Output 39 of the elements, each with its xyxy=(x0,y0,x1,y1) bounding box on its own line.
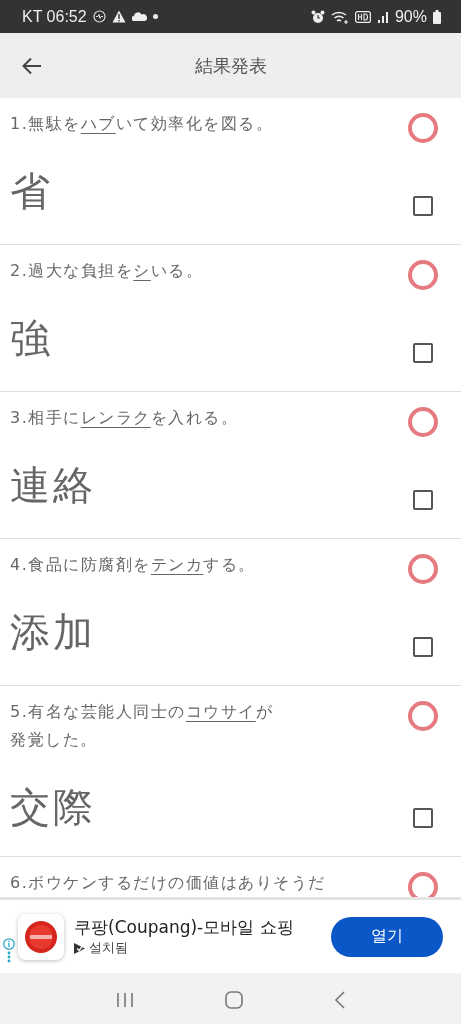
answer-kanji: 省 xyxy=(10,167,54,216)
back-arrow-icon xyxy=(22,56,42,75)
question-text: 5.有名な芸能人同士の コウサイが 発覚した。 xyxy=(10,701,275,751)
back-icon[interactable] xyxy=(333,991,346,1009)
alarm-icon xyxy=(310,9,325,24)
battery-icon xyxy=(433,9,441,24)
open-button[interactable]: 열기 xyxy=(331,916,443,957)
home-icon[interactable] xyxy=(224,991,243,1009)
question-text: 1.無駄をハブいて効率化を図る。 xyxy=(10,113,275,135)
checkbox[interactable] xyxy=(413,637,433,657)
info-icon[interactable] xyxy=(3,938,15,950)
battery-percent: 90% xyxy=(394,7,427,26)
checkbox[interactable] xyxy=(413,808,433,828)
warning-icon xyxy=(111,10,126,23)
wifi-icon xyxy=(330,9,349,24)
status-time: KT 06:52 xyxy=(22,7,87,26)
answer-kanji: 連絡 xyxy=(10,461,97,510)
play-store-icon xyxy=(74,942,85,954)
app-logo-icon xyxy=(18,913,64,960)
recent-apps-icon[interactable] xyxy=(115,992,134,1008)
cloud-icon xyxy=(131,12,147,21)
dot-icon xyxy=(152,14,158,19)
hd-icon xyxy=(354,10,371,23)
question-text: 6.ボウケンするだけの価値はありそうだ xyxy=(10,872,327,894)
question-text: 4.食品に防腐剤を テンカする。 xyxy=(10,554,257,576)
ad-title: 쿠팡(Coupang)-모바일 쇼핑 xyxy=(74,916,295,939)
notification-icon xyxy=(92,10,106,23)
checkbox[interactable] xyxy=(413,196,433,216)
answer-kanji: 添加 xyxy=(10,608,97,657)
screen-title: 結果発表 xyxy=(194,53,267,78)
more-icon[interactable] xyxy=(7,951,11,963)
signal-icon xyxy=(376,10,389,23)
answer-kanji: 交際 xyxy=(10,783,97,832)
checkbox[interactable] xyxy=(413,343,433,363)
question-text: 3.相手に レンラク を入れる。 xyxy=(10,407,240,429)
question-text: 2.過大な負担を シ いる。 xyxy=(10,260,205,282)
installed-label: 설치됨 xyxy=(89,939,128,957)
checkbox[interactable] xyxy=(413,490,433,510)
answer-kanji: 強 xyxy=(10,314,54,363)
